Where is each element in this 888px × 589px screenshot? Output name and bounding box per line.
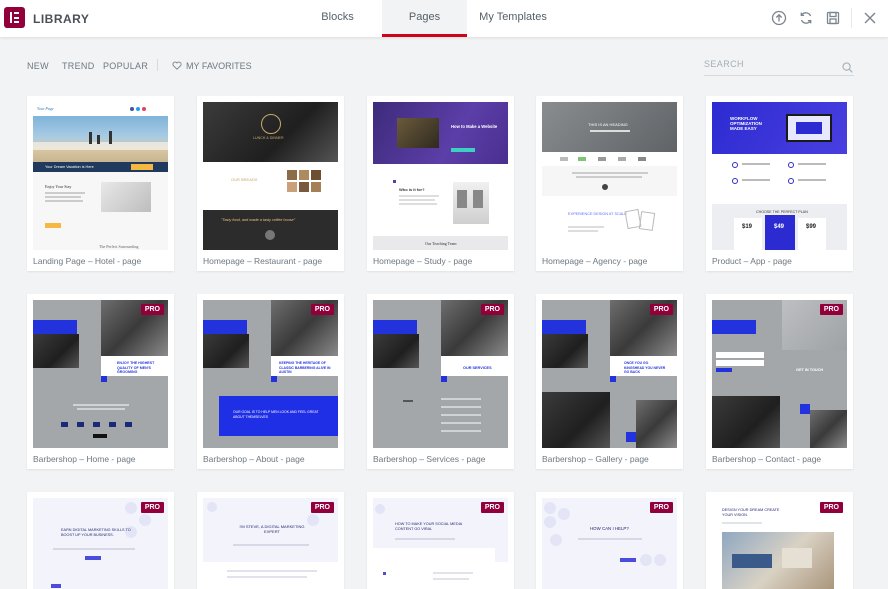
study-footer: Our Teaching Team [425, 241, 457, 246]
filter-divider [157, 59, 158, 71]
header-divider [851, 8, 852, 28]
pro-badge: PRO [649, 304, 673, 315]
hotel-caption: The Perfect Surrounding [99, 244, 139, 249]
hotel-banner: Your Dream Vacation is Here [45, 165, 94, 169]
search-field[interactable] [704, 56, 854, 76]
hotel-logo: Your Page [37, 106, 54, 111]
template-card-app[interactable]: WORKFLOW OPTIMIZATION MADE EASY CHOOSE T… [706, 96, 853, 271]
template-preview-barber-home: PRO ENJOY THE HIGHEST QUALITY OF MEN'S G… [33, 300, 168, 448]
template-card-marketing-skills[interactable]: PRO EARN DIGITAL MARKETING SKILLS TO BOO… [27, 492, 174, 589]
pro-badge: PRO [480, 502, 504, 513]
template-title: Homepage – Agency - page [542, 256, 648, 266]
template-preview-barber-services: PRO OUR SERVICES [373, 300, 508, 448]
template-card-social-media[interactable]: PRO HOW TO MAKE YOUR SOCIAL MEDIA CONTEN… [367, 492, 514, 589]
template-card-agency[interactable]: THIS IS AN HEADING EXPERIENCE DESIGN AT … [536, 96, 683, 271]
barber-about-headline: KEEPING THE HERITAGE OF CLASSIC BARBERIN… [279, 361, 331, 374]
study-section: Who is it for? [399, 187, 425, 192]
template-preview-app: WORKFLOW OPTIMIZATION MADE EASY CHOOSE T… [712, 102, 847, 250]
template-preview-marketing-expert: PRO I'M STEVE, A DIGITAL MARKETING EXPER… [203, 498, 338, 589]
pro-badge: PRO [310, 304, 334, 315]
template-preview-barber-contact: PRO GET IN TOUCH [712, 300, 847, 448]
template-card-barber-home[interactable]: PRO ENJOY THE HIGHEST QUALITY OF MEN'S G… [27, 294, 174, 469]
study-heading: How to Make a Website [451, 124, 498, 129]
template-title: Barbershop – About - page [203, 454, 305, 464]
filter-trend[interactable]: TREND [62, 61, 95, 71]
pro-badge: PRO [819, 304, 843, 315]
hotel-heading: Enjoy Your Stay [45, 184, 72, 189]
pro-badge: PRO [140, 304, 164, 315]
app-heading: WORKFLOW OPTIMIZATION MADE EASY [730, 116, 762, 131]
save-icon[interactable] [825, 10, 841, 26]
barber-services-headline: OUR SERVICES [463, 366, 492, 370]
template-card-marketing-expert[interactable]: PRO I'M STEVE, A DIGITAL MARKETING EXPER… [197, 492, 344, 589]
row3-text-1: EARN DIGITAL MARKETING SKILLS TO BOOST U… [61, 528, 131, 537]
app-price-2: $49 [774, 224, 785, 230]
app-price-3: $99 [806, 224, 817, 230]
library-title: LIBRARY [33, 12, 90, 26]
restaurant-quote: "Tasty food, and made a tasty coffee hou… [221, 218, 296, 222]
barber-home-headline: ENJOY THE HIGHEST QUALITY OF MEN'S GROOM… [117, 361, 155, 374]
filter-my-favorites[interactable]: MY FAVORITES [172, 61, 252, 71]
pro-badge: PRO [480, 304, 504, 315]
template-card-restaurant[interactable]: LUNCH & DINNER OUR BREADS "Tasty food, a… [197, 96, 344, 271]
template-preview-design-dream: PRO DESIGN YOUR DREAM CREATE YOUR VISION… [712, 498, 847, 589]
search-icon[interactable] [842, 60, 853, 73]
tab-blocks[interactable]: Blocks [295, 0, 380, 37]
row3-text-3: HOW TO MAKE YOUR SOCIAL MEDIA CONTENT GO… [395, 522, 462, 531]
template-card-study[interactable]: How to Make a Website Who is it for? Our… [367, 96, 514, 271]
template-title: Homepage – Study - page [373, 256, 473, 266]
favorites-label: MY FAVORITES [186, 61, 252, 71]
template-preview-barber-gallery: PRO ONCE YOU GO KINGSHEAD YOU NEVER GO B… [542, 300, 677, 448]
template-title: Barbershop – Services - page [373, 454, 486, 464]
template-title: Barbershop – Contact - page [712, 454, 822, 464]
pro-badge: PRO [649, 502, 673, 513]
template-preview-marketing-skills: PRO EARN DIGITAL MARKETING SKILLS TO BOO… [33, 498, 168, 589]
template-card-barber-services[interactable]: PRO OUR SERVICES Barbershop – Services -… [367, 294, 514, 469]
row3-text-2: I'M STEVE, A DIGITAL MARKETING EXPERT [239, 524, 305, 534]
template-card-hotel[interactable]: Your Page Your Dream Vacation is Here En… [27, 96, 174, 271]
template-card-how-can-help[interactable]: PRO HOW CAN I HELP? [536, 492, 683, 589]
pro-badge: PRO [819, 502, 843, 513]
template-card-barber-about[interactable]: PRO KEEPING THE HERITAGE OF CLASSIC BARB… [197, 294, 344, 469]
template-card-barber-gallery[interactable]: PRO ONCE YOU GO KINGSHEAD YOU NEVER GO B… [536, 294, 683, 469]
template-card-design-dream[interactable]: PRO DESIGN YOUR DREAM CREATE YOUR VISION… [706, 492, 853, 589]
template-preview-how-can-help: PRO HOW CAN I HELP? [542, 498, 677, 589]
template-title: Landing Page – Hotel - page [33, 256, 142, 266]
row3-text-5: DESIGN YOUR DREAM CREATE YOUR VISION. [722, 508, 780, 517]
search-input[interactable] [704, 59, 834, 69]
template-preview-restaurant: LUNCH & DINNER OUR BREADS "Tasty food, a… [203, 102, 338, 250]
pro-badge: PRO [310, 502, 334, 513]
template-title: Barbershop – Home - page [33, 454, 136, 464]
template-title: Product – App - page [712, 256, 792, 266]
row3-text-4: HOW CAN I HELP? [590, 526, 629, 531]
upload-icon[interactable] [771, 10, 787, 26]
elementor-logo-icon [4, 7, 25, 28]
app-price-1: $19 [742, 224, 753, 230]
pro-badge: PRO [140, 502, 164, 513]
sync-icon[interactable] [798, 10, 814, 26]
barber-gallery-headline: ONCE YOU GO KINGSHEAD YOU NEVER GO BACK [624, 361, 666, 374]
template-title: Homepage – Restaurant - page [203, 256, 323, 266]
close-icon[interactable] [862, 10, 878, 26]
agency-heading: THIS IS AN HEADING [588, 122, 628, 127]
barber-contact-headline: GET IN TOUCH [796, 368, 824, 372]
tab-pages[interactable]: Pages [382, 0, 467, 37]
template-preview-hotel: Your Page Your Dream Vacation is Here En… [33, 102, 168, 250]
restaurant-sign: LUNCH & DINNER [253, 136, 284, 140]
template-preview-social-media: PRO HOW TO MAKE YOUR SOCIAL MEDIA CONTEN… [373, 498, 508, 589]
heart-icon [172, 61, 182, 70]
filter-new[interactable]: NEW [27, 61, 49, 71]
template-preview-barber-about: PRO KEEPING THE HERITAGE OF CLASSIC BARB… [203, 300, 338, 448]
library-header: LIBRARY Blocks Pages My Templates [0, 0, 888, 37]
barber-about-quote: OUR GOAL IS TO HELP MEN LOOK AND FEEL GR… [233, 410, 319, 419]
template-card-barber-contact[interactable]: PRO GET IN TOUCH Barbershop – Contact - … [706, 294, 853, 469]
agency-label: EXPERIENCE DESIGN AT SCALE [568, 212, 627, 216]
template-preview-agency: THIS IS AN HEADING EXPERIENCE DESIGN AT … [542, 102, 677, 250]
template-title: Barbershop – Gallery - page [542, 454, 649, 464]
restaurant-heading: OUR BREADS [231, 177, 258, 182]
filter-popular[interactable]: POPULAR [103, 61, 148, 71]
template-preview-study: How to Make a Website Who is it for? Our… [373, 102, 508, 250]
tab-my-templates[interactable]: My Templates [469, 0, 557, 37]
